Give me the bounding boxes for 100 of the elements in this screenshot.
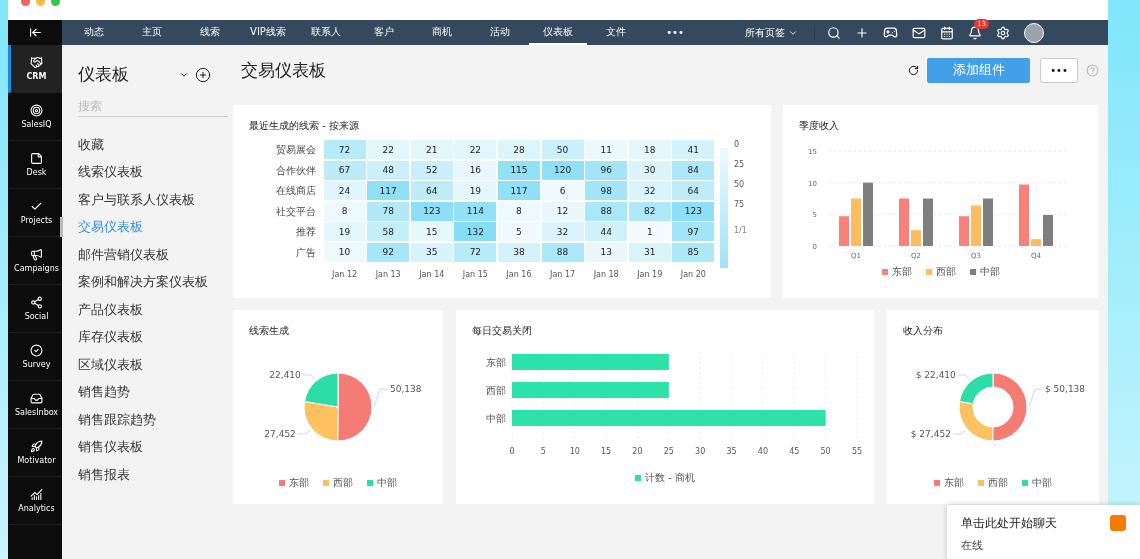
- app-icon: [30, 440, 43, 453]
- dashboard-link[interactable]: 线索仪表板: [78, 158, 143, 186]
- row-label: 在线商店: [275, 184, 317, 199]
- bar: [899, 198, 909, 246]
- heatmap-cell: 11: [585, 140, 628, 159]
- dashboard-link[interactable]: 邮件营销仪表板: [78, 241, 169, 269]
- dashboard-link[interactable]: 销售仪表板: [78, 433, 143, 461]
- data-label: 27,452: [264, 429, 296, 440]
- heatmap-cell: 52: [410, 160, 453, 180]
- nav-tab[interactable]: 活动: [471, 20, 529, 45]
- leader-line: [957, 374, 971, 380]
- heatmap-cell: 115: [497, 160, 540, 180]
- nav-tab[interactable]: 线索: [181, 20, 239, 45]
- more-tabs-button[interactable]: •••: [645, 27, 705, 38]
- axis-label: 东部: [486, 357, 506, 368]
- scale-label: 75: [733, 200, 746, 211]
- dashboard-link[interactable]: 案例和解决方案仪表板: [78, 268, 208, 296]
- row-label: 广告: [295, 245, 317, 260]
- leader-line: [373, 388, 389, 408]
- heatmap-cell: 72: [323, 140, 366, 159]
- more-button[interactable]: •••: [1040, 57, 1078, 83]
- app-icon: [30, 488, 43, 501]
- dashboard-link[interactable]: 收藏: [78, 131, 104, 159]
- notification-icon[interactable]: [968, 25, 982, 40]
- settings-icon[interactable]: [996, 25, 1010, 40]
- gamepad-icon[interactable]: [883, 25, 898, 40]
- heatmap-cell: 64: [410, 181, 453, 201]
- pager[interactable]: 1/1: [733, 226, 747, 235]
- heatmap-cell: 21: [410, 140, 453, 159]
- refresh-icon[interactable]: [908, 64, 919, 76]
- column-label: Jan 14: [418, 268, 446, 281]
- scale-label: 0: [733, 140, 741, 151]
- data-label: $ 50,138: [1045, 384, 1086, 395]
- bar: [851, 198, 861, 246]
- nav-tab[interactable]: 客户: [355, 20, 413, 45]
- avatar[interactable]: [1024, 22, 1044, 43]
- column-label: Jan 18: [592, 268, 620, 281]
- bar: [923, 198, 933, 246]
- card-title: 季度收入: [799, 119, 840, 133]
- app-switcher-item[interactable]: CRM: [8, 45, 62, 93]
- axis-label: 40: [757, 447, 768, 456]
- legend-item: 中部: [1022, 476, 1052, 490]
- bar: [971, 205, 981, 246]
- nav-tab[interactable]: 商机: [413, 20, 471, 45]
- column-label: Jan 12: [330, 268, 359, 281]
- column-label: Jan 20: [679, 268, 707, 281]
- data-label: $ 27,452: [910, 429, 951, 440]
- heatmap-cell: 30: [628, 160, 671, 180]
- axis-label: 5: [540, 447, 546, 456]
- dashboard-link[interactable]: 销售趋势: [78, 378, 130, 406]
- card-title: 线索生成: [249, 324, 290, 338]
- legend-item: 西部: [323, 476, 353, 490]
- mail-icon[interactable]: [912, 25, 926, 40]
- heatmap-cell: 8: [323, 201, 366, 221]
- all-tabs-dropdown[interactable]: 所有页签: [745, 25, 815, 40]
- search-icon[interactable]: [827, 25, 841, 40]
- heatmap-cell: 72: [454, 242, 497, 262]
- bar: [1019, 184, 1029, 246]
- legend-item: 计数 - 商机: [635, 471, 695, 485]
- legend-item: 东部: [881, 265, 912, 279]
- axis-label: 中部: [486, 413, 506, 424]
- axis-label: 45: [789, 447, 800, 456]
- bar: [959, 216, 969, 246]
- dashboard-link[interactable]: 客户与联系人仪表板: [78, 186, 195, 214]
- column-label: Jan 19: [636, 268, 664, 281]
- add-icon[interactable]: [855, 25, 869, 40]
- data-label: 50,138: [390, 384, 422, 395]
- axis-label: 35: [726, 447, 737, 456]
- axis-label: 55: [851, 447, 863, 456]
- axis-label: 15: [601, 447, 612, 456]
- heatmap-cell: 64: [672, 181, 715, 201]
- row-label: 贸易展会: [275, 143, 317, 157]
- dashboard-link[interactable]: 区域仪表板: [78, 351, 143, 379]
- nav-tab[interactable]: 文件: [587, 20, 645, 45]
- heatmap-cell: 18: [628, 140, 671, 159]
- dashboard-link[interactable]: 库存仪表板: [78, 323, 143, 351]
- column-label: Jan 13: [374, 268, 402, 281]
- row-label: 社交平台: [275, 204, 317, 219]
- heatmap-cell: 15: [410, 222, 453, 242]
- heatmap-cell: 19: [323, 222, 366, 242]
- nav-tab[interactable]: 仪表板: [529, 20, 587, 45]
- collapse-icon[interactable]: [28, 26, 42, 39]
- chat-widget[interactable]: 单击此处开始聊天 在线: [947, 505, 1140, 559]
- dashboard-link[interactable]: 销售报表: [78, 461, 130, 489]
- heatmap-cell: 22: [454, 140, 497, 159]
- nav-tab[interactable]: 联系人: [297, 20, 355, 45]
- heatmap-cell: 16: [454, 160, 497, 180]
- leader-line: [297, 429, 311, 435]
- dashboard-link[interactable]: 产品仪表板: [78, 296, 143, 324]
- dashboard-link[interactable]: 销售跟踪趋势: [78, 406, 156, 434]
- nav-tab[interactable]: 动态: [65, 20, 123, 45]
- heatmap-cell: 84: [672, 160, 715, 180]
- bar: [911, 230, 921, 246]
- calendar-icon[interactable]: [940, 25, 954, 40]
- data-label: $ 22,410: [915, 370, 956, 380]
- nav-tab[interactable]: VIP线索: [239, 20, 297, 45]
- add-dashboard-icon[interactable]: [195, 66, 211, 83]
- app-icon: [30, 296, 43, 309]
- heatmap-cell: 22: [367, 140, 410, 159]
- nav-tab[interactable]: 主页: [123, 20, 181, 45]
